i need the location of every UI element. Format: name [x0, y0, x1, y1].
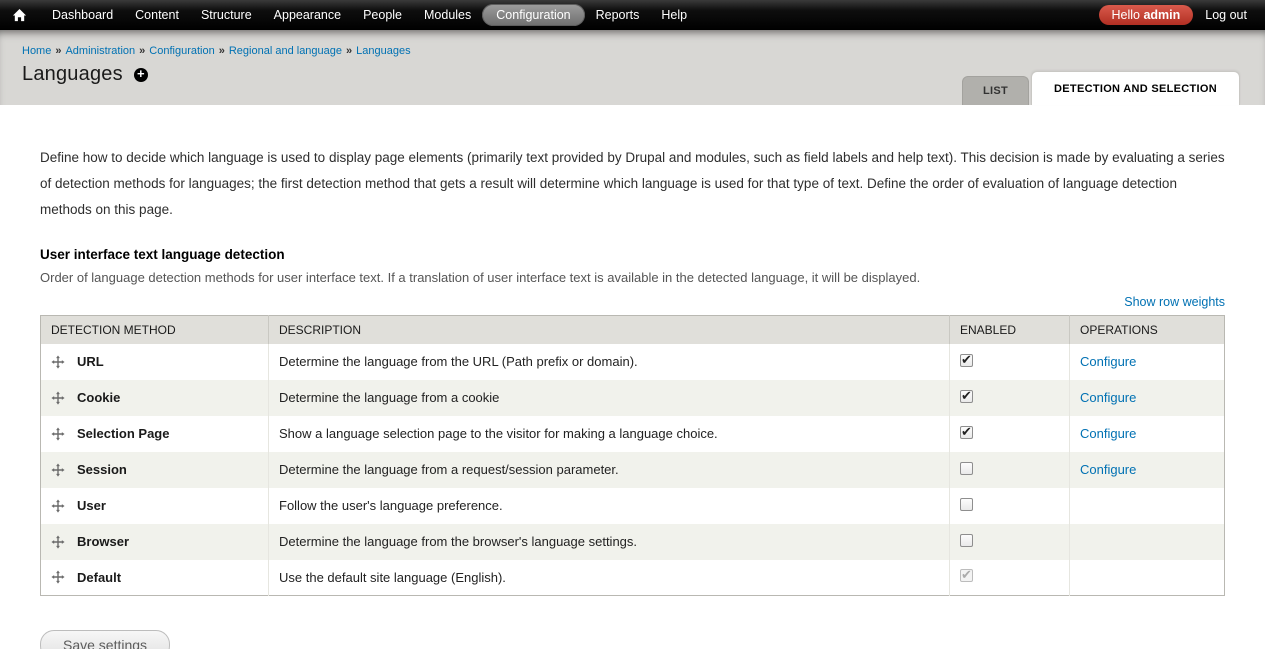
logout-link[interactable]: Log out	[1205, 8, 1247, 22]
page-title: Languages	[22, 63, 123, 86]
drag-handle-icon[interactable]	[51, 535, 65, 549]
detection-method-description: Determine the language from the URL (Pat…	[279, 354, 638, 369]
tab-detection-and-selection[interactable]: DETECTION AND SELECTION	[1031, 71, 1240, 105]
breadcrumb-separator: »	[139, 45, 145, 57]
detection-method-name: Session	[77, 462, 127, 477]
section-description: Order of language detection methods for …	[40, 270, 1225, 285]
tab-list[interactable]: LIST	[962, 76, 1029, 105]
enabled-checkbox	[960, 569, 973, 582]
tab-bar: LISTDETECTION AND SELECTION	[962, 71, 1240, 105]
configure-link[interactable]: Configure	[1080, 462, 1136, 477]
detection-method-name: Selection Page	[77, 426, 169, 441]
enabled-checkbox[interactable]	[960, 498, 973, 511]
breadcrumb-separator: »	[346, 45, 352, 57]
page-header: Home » Administration » Configuration » Region…	[0, 30, 1265, 105]
col-header-operations: OPERATIONS	[1070, 316, 1225, 344]
toolbar-menu-item-modules[interactable]: Modules	[413, 4, 482, 26]
breadcrumb: Home » Administration » Configuration » Region…	[0, 30, 1265, 57]
breadcrumb-link-languages[interactable]: Languages	[356, 45, 410, 57]
username: admin	[1143, 8, 1180, 22]
breadcrumb-separator: »	[219, 45, 225, 57]
table-row: Cookie Determine the language from a coo…	[41, 380, 1225, 416]
drag-handle-icon[interactable]	[51, 391, 65, 405]
breadcrumb-link-administration[interactable]: Administration	[65, 45, 135, 57]
table-row: Session Determine the language from a re…	[41, 452, 1225, 488]
detection-method-description: Determine the language from the browser'…	[279, 534, 637, 549]
detection-method-name: Cookie	[77, 390, 120, 405]
hello-admin-badge[interactable]: Hello admin	[1099, 5, 1194, 25]
detection-method-name: User	[77, 498, 106, 513]
configure-link[interactable]: Configure	[1080, 426, 1136, 441]
breadcrumb-link-regional-and-language[interactable]: Regional and language	[229, 45, 342, 57]
table-row: Selection Page Show a language selection…	[41, 416, 1225, 452]
detection-method-description: Show a language selection page to the vi…	[279, 426, 718, 441]
toolbar-menu-item-configuration[interactable]: Configuration	[482, 4, 584, 26]
breadcrumb-link-home[interactable]: Home	[22, 45, 51, 57]
breadcrumb-link-configuration[interactable]: Configuration	[149, 45, 214, 57]
toolbar-menu-item-structure[interactable]: Structure	[190, 4, 263, 26]
table-header-row: DETECTION METHOD DESCRIPTION ENABLED OPE…	[41, 316, 1225, 344]
enabled-checkbox[interactable]	[960, 534, 973, 547]
table-row: URL Determine the language from the URL …	[41, 344, 1225, 380]
enabled-checkbox[interactable]	[960, 354, 973, 367]
detection-method-description: Determine the language from a request/se…	[279, 462, 619, 477]
toolbar-menu-item-content[interactable]: Content	[124, 4, 190, 26]
detection-method-description: Follow the user's language preference.	[279, 498, 503, 513]
detection-methods-table: DETECTION METHOD DESCRIPTION ENABLED OPE…	[40, 315, 1225, 596]
detection-method-name: Browser	[77, 534, 129, 549]
detection-method-description: Use the default site language (English).	[279, 570, 506, 585]
home-icon[interactable]	[12, 8, 27, 23]
configure-link[interactable]: Configure	[1080, 354, 1136, 369]
drag-handle-icon[interactable]	[51, 463, 65, 477]
breadcrumb-separator: »	[55, 45, 61, 57]
enabled-checkbox[interactable]	[960, 390, 973, 403]
detection-method-name: Default	[77, 570, 121, 585]
toolbar-menu-item-appearance[interactable]: Appearance	[263, 4, 352, 26]
toolbar-menu-item-help[interactable]: Help	[650, 4, 698, 26]
toolbar-menu: DashboardContentStructureAppearancePeopl…	[41, 6, 1099, 24]
add-shortcut-icon[interactable]: +	[134, 68, 148, 82]
enabled-checkbox[interactable]	[960, 462, 973, 475]
main-content: Define how to decide which language is u…	[0, 105, 1265, 649]
col-header-detection-method: DETECTION METHOD	[41, 316, 269, 344]
toolbar-menu-item-people[interactable]: People	[352, 4, 413, 26]
table-row: Browser Determine the language from the …	[41, 524, 1225, 560]
enabled-checkbox[interactable]	[960, 426, 973, 439]
table-row: User Follow the user's language preferen…	[41, 488, 1225, 524]
save-settings-button[interactable]: Save settings	[40, 630, 170, 649]
drag-handle-icon[interactable]	[51, 570, 65, 584]
detection-method-name: URL	[77, 354, 104, 369]
detection-method-description: Determine the language from a cookie	[279, 390, 499, 405]
table-row: Default Use the default site language (E…	[41, 560, 1225, 596]
toolbar-menu-item-dashboard[interactable]: Dashboard	[41, 4, 124, 26]
intro-text: Define how to decide which language is u…	[40, 105, 1225, 223]
configure-link[interactable]: Configure	[1080, 390, 1136, 405]
col-header-description: DESCRIPTION	[269, 316, 950, 344]
admin-toolbar: DashboardContentStructureAppearancePeopl…	[0, 0, 1265, 30]
show-row-weights-link[interactable]: Show row weights	[1124, 295, 1225, 309]
col-header-enabled: ENABLED	[950, 316, 1070, 344]
drag-handle-icon[interactable]	[51, 355, 65, 369]
drag-handle-icon[interactable]	[51, 427, 65, 441]
toolbar-menu-item-reports[interactable]: Reports	[585, 4, 651, 26]
drag-handle-icon[interactable]	[51, 499, 65, 513]
section-heading: User interface text language detection	[40, 247, 1225, 262]
